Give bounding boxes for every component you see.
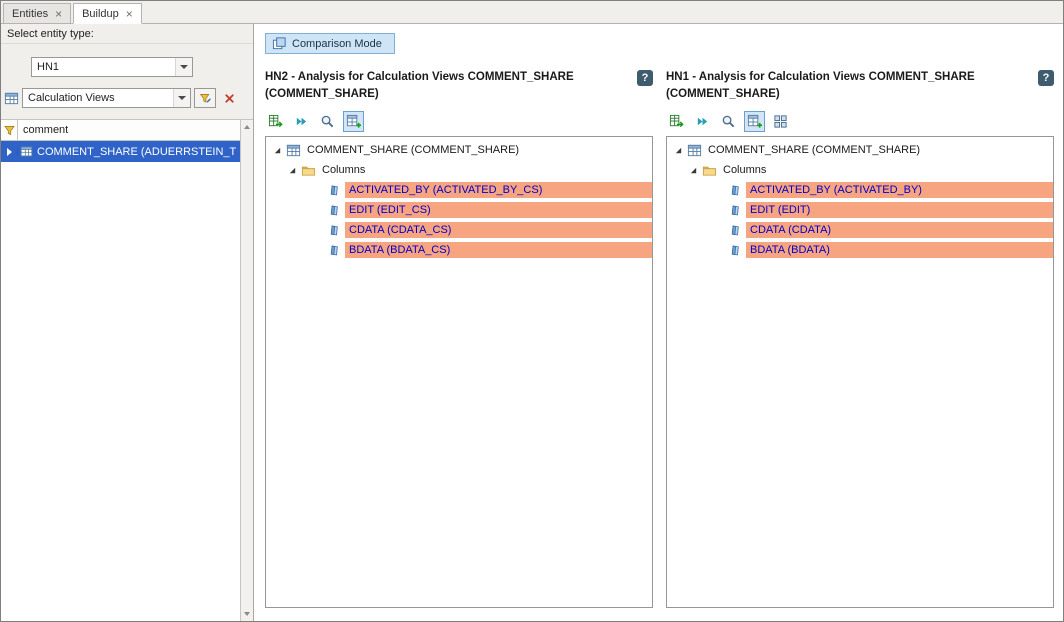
tree-node-column[interactable]: EDIT (EDIT) [667,200,1053,220]
row-selector-gutter [1,148,18,156]
table-icon [286,143,301,158]
scroll-down-icon[interactable] [241,607,253,621]
tree-node-column[interactable]: EDIT (EDIT_CS) [266,200,652,220]
tree-node-label: EDIT (EDIT_CS) [345,202,652,218]
tree-node-label: Columns [320,162,369,178]
expand-icon[interactable] [689,166,698,175]
chevron-down-icon[interactable] [173,89,190,107]
column-icon [328,224,341,237]
scroll-up-icon[interactable] [241,120,253,134]
app-window: Entities × Buildup × Select entity type:… [0,0,1064,622]
table-row[interactable]: COMMENT_SHARE (ADUERRSTEIN_T [1,141,240,162]
zoom-icon[interactable] [718,111,739,132]
tab-close-icon[interactable]: × [126,8,133,20]
entity-table-header: comment [1,120,240,141]
entity-table: comment COMMENT_SHARE (ADUERRSTEIN_T [1,120,240,621]
comparison-panel-hn1: HN1 - Analysis for Calculation Views COM… [666,69,1054,608]
zoom-icon[interactable] [317,111,338,132]
tab-buildup[interactable]: Buildup × [73,3,142,24]
compare-columns-icon[interactable] [744,111,765,132]
chevron-down-icon[interactable] [175,58,192,76]
row-marker-icon [7,148,12,156]
tree-node-columns[interactable]: Columns [667,160,1053,180]
analysis-tree: COMMENT_SHARE (COMMENT_SHARE) Columns AC… [265,136,653,608]
column-header-comment[interactable]: comment [18,120,240,140]
comparison-panel-hn2: HN2 - Analysis for Calculation Views COM… [265,69,653,608]
tree-node-label: CDATA (CDATA) [746,222,1053,238]
entity-type-combobox-value: Calculation Views [23,92,173,104]
system-combobox[interactable]: HN1 [31,57,193,77]
tree-node-label: Columns [721,162,770,178]
table-icon [687,143,702,158]
filter-row-gutter[interactable] [1,120,18,140]
panel-title: HN1 - Analysis for Calculation Views COM… [666,69,1038,102]
tree-node-label: COMMENT_SHARE (COMMENT_SHARE) [706,142,924,158]
folder-icon [301,163,316,178]
tree-node-column[interactable]: ACTIVATED_BY (ACTIVATED_BY_CS) [266,180,652,200]
filter-edit-button[interactable] [194,88,216,108]
panel-toolbar [265,111,653,132]
tree-node-label: CDATA (CDATA_CS) [345,222,652,238]
tree-node-label: EDIT (EDIT) [746,202,1053,218]
entity-type-icon [4,91,19,106]
tree-node-label: ACTIVATED_BY (ACTIVATED_BY) [746,182,1053,198]
entity-table-empty-area [1,162,240,621]
grid-icon[interactable] [770,111,791,132]
panel-title: HN2 - Analysis for Calculation Views COM… [265,69,637,102]
compare-columns-icon[interactable] [343,111,364,132]
tab-close-icon[interactable]: × [55,8,62,20]
system-combobox-value: HN1 [32,61,175,73]
tree-node-column[interactable]: BDATA (BDATA) [667,240,1053,260]
column-icon [729,224,742,237]
tab-bar: Entities × Buildup × [1,1,1063,24]
scrollbar-track[interactable] [241,134,253,607]
execute-icon[interactable] [692,111,713,132]
column-icon [328,204,341,217]
tree-node-label: BDATA (BDATA) [746,242,1053,258]
tree-node-root[interactable]: COMMENT_SHARE (COMMENT_SHARE) [667,140,1053,160]
tree-node-root[interactable]: COMMENT_SHARE (COMMENT_SHARE) [266,140,652,160]
expand-icon[interactable] [288,166,297,175]
comparison-mode-button[interactable]: Comparison Mode [265,33,395,54]
tree-node-label: BDATA (BDATA_CS) [345,242,652,258]
panel-toolbar [666,111,1054,132]
entity-type-header: Select entity type: [1,24,253,44]
column-icon [729,244,742,257]
clear-filter-icon [223,92,236,105]
column-icon [729,204,742,217]
column-icon [328,244,341,257]
tree-node-label: COMMENT_SHARE (COMMENT_SHARE) [305,142,523,158]
comparison-mode-icon [272,36,287,51]
sidebar-scrollbar[interactable] [240,120,253,621]
tab-entities[interactable]: Entities × [3,3,71,24]
table-row-label: COMMENT_SHARE (ADUERRSTEIN_T [33,146,236,158]
tree-node-column[interactable]: BDATA (BDATA_CS) [266,240,652,260]
column-icon [729,184,742,197]
comparison-area: Comparison Mode HN2 - Analysis for Calcu… [254,24,1063,621]
table-icon [20,145,33,158]
analysis-tree: COMMENT_SHARE (COMMENT_SHARE) Columns AC… [666,136,1054,608]
export-icon[interactable] [265,111,286,132]
column-icon [328,184,341,197]
filter-icon [3,124,16,137]
export-icon[interactable] [666,111,687,132]
expand-icon[interactable] [674,146,683,155]
tree-node-columns[interactable]: Columns [266,160,652,180]
tree-node-column[interactable]: CDATA (CDATA) [667,220,1053,240]
tab-label: Entities [12,8,48,20]
help-icon[interactable]: ? [1038,70,1054,86]
tree-node-column[interactable]: ACTIVATED_BY (ACTIVATED_BY) [667,180,1053,200]
tree-node-label: ACTIVATED_BY (ACTIVATED_BY_CS) [345,182,652,198]
filter-icon [199,92,212,105]
tree-node-column[interactable]: CDATA (CDATA_CS) [266,220,652,240]
execute-icon[interactable] [291,111,312,132]
entity-sidebar: Select entity type: HN1 Calculation View… [1,24,254,621]
entity-type-combobox[interactable]: Calculation Views [22,88,191,108]
comparison-mode-label: Comparison Mode [292,38,382,50]
help-icon[interactable]: ? [637,70,653,86]
expand-icon[interactable] [273,146,282,155]
folder-icon [702,163,717,178]
tab-label: Buildup [82,8,119,20]
clear-filter-button[interactable] [219,88,239,108]
